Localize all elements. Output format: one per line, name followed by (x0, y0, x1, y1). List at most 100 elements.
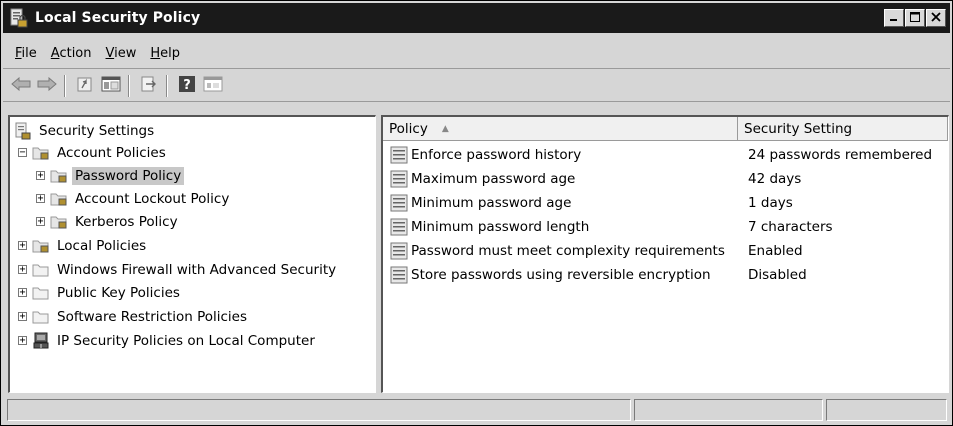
column-header-label: Security Setting (744, 120, 853, 137)
policy-folder-icon (50, 213, 68, 231)
help-icon: ? (178, 75, 196, 97)
tree-node-account-lockout-policy[interactable]: Account Lockout Policy (50, 188, 232, 210)
table-row[interactable]: Minimum password age 1 days (383, 192, 948, 214)
column-header-policy[interactable]: Policy ▲ (383, 117, 738, 141)
expand-toggle[interactable]: + (36, 217, 45, 227)
export-list-button[interactable] (137, 75, 161, 97)
help-button[interactable]: ? (175, 75, 199, 97)
toolbar: ? (3, 71, 950, 102)
forward-arrow-icon (37, 76, 57, 95)
properties-icon (203, 75, 223, 97)
toolbar-separator (166, 75, 168, 97)
menu-help-label: elp (160, 45, 181, 61)
policy-name: Store passwords using reversible encrypt… (411, 267, 711, 283)
table-row[interactable]: Enforce password history 24 passwords re… (383, 144, 948, 166)
column-header-security-setting[interactable]: Security Setting (738, 117, 948, 141)
policy-name: Enforce password history (411, 147, 582, 163)
expand-toggle[interactable]: + (36, 194, 45, 204)
policy-name: Minimum password age (411, 195, 572, 211)
tree-label-selected: Password Policy (72, 167, 185, 185)
tree-node-software-restriction-policies[interactable]: Software Restriction Policies (32, 306, 250, 328)
console-tree-pane[interactable]: Security Settings − Account Policies + P… (8, 115, 376, 393)
policy-setting: Disabled (748, 267, 807, 283)
folder-icon (32, 284, 50, 302)
security-settings-icon (14, 122, 32, 140)
policy-item-icon (390, 146, 408, 164)
status-cell-middle (634, 399, 823, 421)
policy-folder-icon (32, 144, 50, 162)
tree-node-windows-firewall[interactable]: Windows Firewall with Advanced Security (32, 259, 339, 281)
tree-node-password-policy[interactable]: Password Policy (50, 165, 185, 187)
up-one-level-button[interactable] (73, 75, 97, 97)
tree-label: Kerberos Policy (75, 214, 178, 230)
properties-button[interactable] (201, 75, 225, 97)
export-list-icon (140, 75, 158, 97)
tree-label: Windows Firewall with Advanced Security (57, 262, 337, 278)
close-button[interactable] (926, 9, 946, 27)
maximize-button[interactable] (905, 9, 925, 27)
minimize-icon (889, 11, 899, 26)
expand-toggle[interactable]: + (18, 265, 27, 275)
policy-setting: 24 passwords remembered (748, 147, 933, 163)
security-policy-app-icon (10, 8, 28, 28)
tree-node-account-policies[interactable]: Account Policies (32, 142, 169, 164)
back-button[interactable] (9, 75, 33, 97)
show-hide-tree-icon (101, 75, 121, 97)
policy-item-icon (390, 170, 408, 188)
policy-list-pane[interactable]: Policy ▲ Security Setting Enforce passwo… (381, 115, 949, 393)
table-row[interactable]: Store passwords using reversible encrypt… (383, 264, 948, 286)
policy-item-icon (390, 242, 408, 260)
table-row[interactable]: Password must meet complexity requiremen… (383, 240, 948, 262)
app-window: Local Security Policy File Action View H… (0, 0, 953, 426)
policy-setting: 7 characters (748, 219, 833, 235)
policy-item-icon (390, 194, 408, 212)
policy-folder-icon (50, 190, 68, 208)
tree-label: Account Lockout Policy (75, 191, 230, 207)
menu-help[interactable]: Help (150, 46, 180, 61)
forward-button[interactable] (35, 75, 59, 97)
menu-action-label: ction (59, 45, 92, 61)
status-cell-right (826, 399, 947, 421)
policy-item-icon (390, 218, 408, 236)
title-bar[interactable]: Local Security Policy (3, 3, 950, 33)
folder-icon (32, 308, 50, 326)
policy-setting: 1 days (748, 195, 793, 211)
close-icon (931, 11, 941, 26)
table-row[interactable]: Maximum password age 42 days (383, 168, 948, 190)
tree-node-local-policies[interactable]: Local Policies (32, 235, 149, 257)
up-folder-icon (76, 75, 94, 97)
tree-label: Public Key Policies (57, 285, 180, 301)
sort-ascending-icon: ▲ (441, 123, 449, 134)
maximize-icon (910, 11, 920, 26)
expand-toggle[interactable]: + (18, 241, 27, 251)
policy-folder-icon (50, 167, 68, 185)
tree-node-public-key-policies[interactable]: Public Key Policies (32, 282, 183, 304)
menu-view-label: iew (114, 45, 137, 61)
tree-label: Security Settings (39, 123, 155, 139)
expand-toggle[interactable]: + (18, 312, 27, 322)
expand-toggle[interactable]: + (18, 336, 27, 346)
menu-view[interactable]: View (106, 46, 137, 61)
policy-setting: Enabled (748, 243, 803, 259)
show-hide-console-tree-button[interactable] (99, 75, 123, 97)
policy-item-icon (390, 266, 408, 284)
menu-file[interactable]: File (15, 46, 37, 61)
column-header-label: Policy (389, 120, 428, 137)
tree-node-security-settings[interactable]: Security Settings (14, 120, 157, 142)
status-bar (3, 397, 950, 423)
expand-toggle[interactable]: + (36, 171, 45, 181)
menu-view-mnemonic: V (105, 45, 115, 61)
tree-node-ip-security-policies[interactable]: IP Security Policies on Local Computer (32, 330, 318, 352)
menu-action[interactable]: Action (51, 46, 92, 61)
table-row[interactable]: Minimum password length 7 characters (383, 216, 948, 238)
expand-toggle[interactable]: + (18, 288, 27, 298)
back-arrow-icon (11, 76, 31, 95)
menu-bar: File Action View Help (3, 38, 950, 69)
tree-label: Local Policies (57, 238, 147, 254)
collapse-toggle[interactable]: − (18, 148, 27, 158)
policy-name: Maximum password age (411, 171, 576, 187)
status-cell-main (7, 399, 631, 421)
tree-node-kerberos-policy[interactable]: Kerberos Policy (50, 211, 181, 233)
minimize-button[interactable] (884, 9, 904, 27)
folder-icon (32, 261, 50, 279)
